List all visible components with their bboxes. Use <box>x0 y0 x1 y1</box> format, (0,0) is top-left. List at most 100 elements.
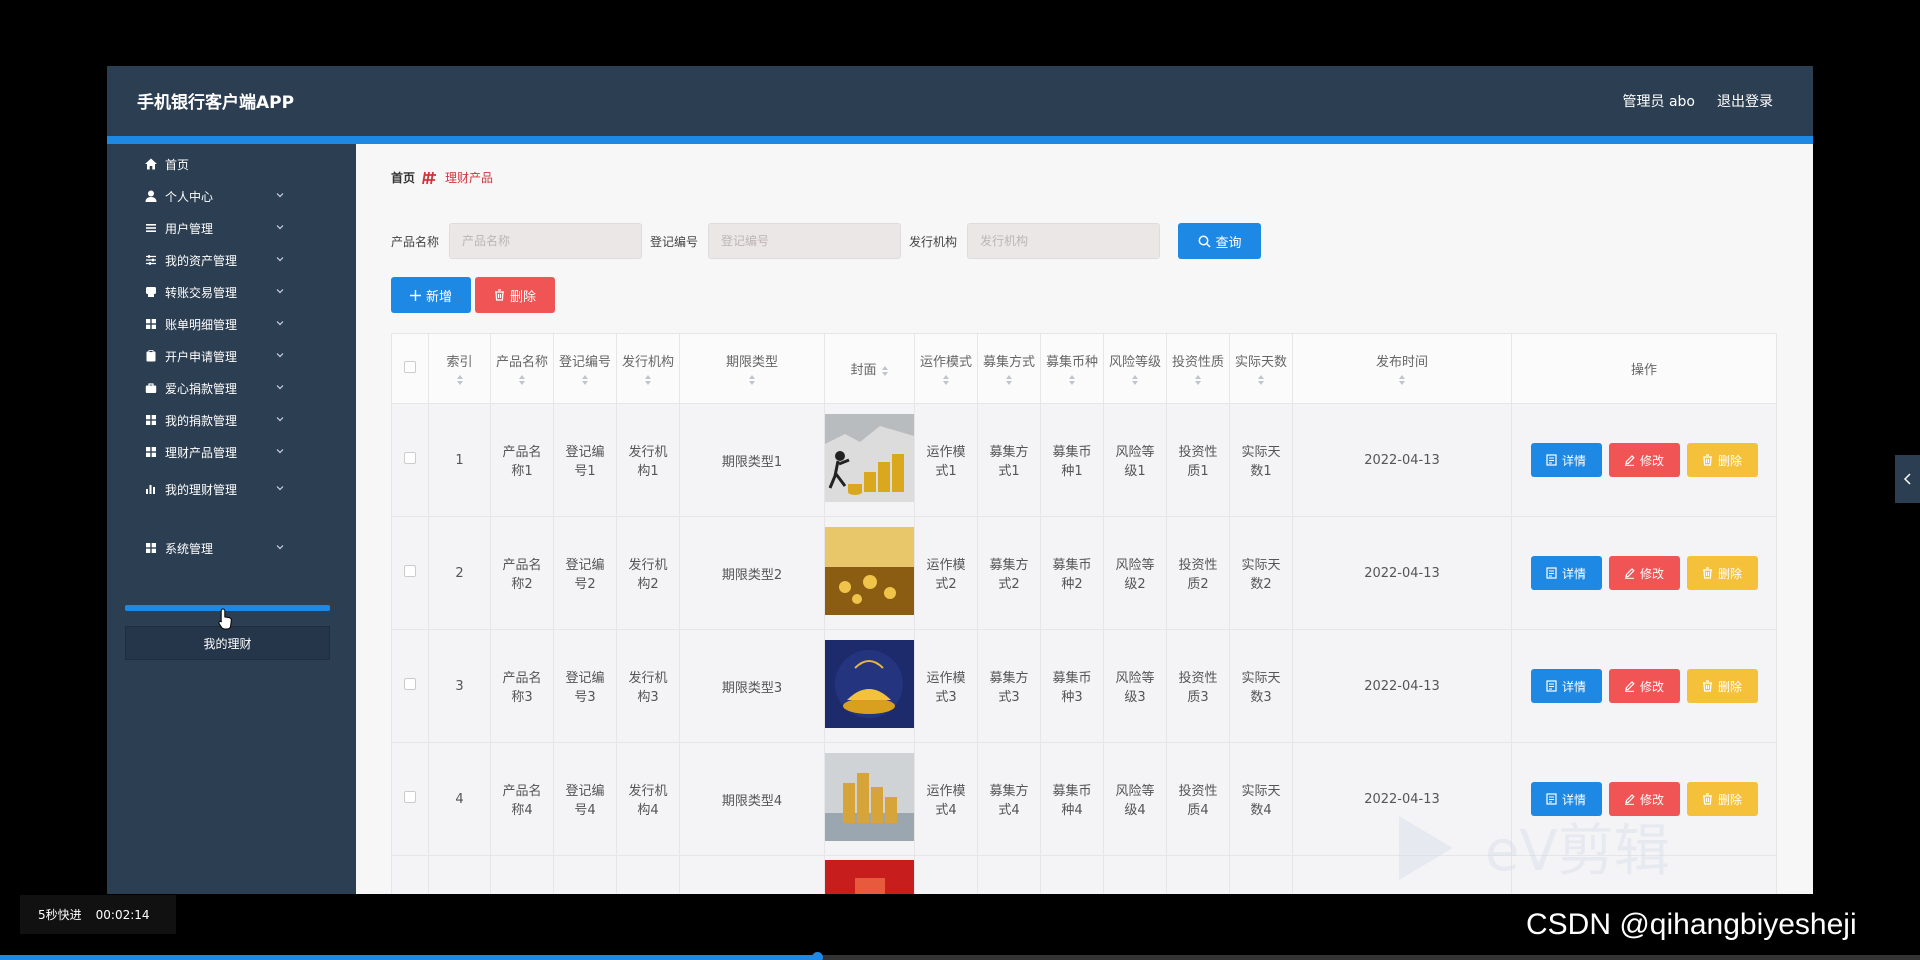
batch-delete-button[interactable]: 删除 <box>475 277 555 313</box>
sidebar-item[interactable]: 账单明细管理 <box>145 312 285 336</box>
table-cell: 投资性质2 <box>1166 516 1230 630</box>
edit-button-label: 修改 <box>1639 566 1664 581</box>
trash-icon <box>1702 680 1712 692</box>
table-cell: 实际天数3 <box>1229 629 1293 743</box>
column-header: 操作 <box>1511 333 1777 404</box>
sort-icon[interactable] <box>456 374 464 386</box>
sidebar-item-label: 我的资产管理 <box>165 253 238 268</box>
breadcrumb-home[interactable]: 首页 <box>391 169 415 186</box>
sort-icon[interactable] <box>1257 374 1265 386</box>
trash-icon <box>1702 793 1712 805</box>
sidebar-item[interactable]: 爱心捐款管理 <box>145 376 285 400</box>
column-header: 募集币种 <box>1040 333 1104 404</box>
sort-icon[interactable] <box>1398 374 1406 386</box>
table-cell: 风险等级3 <box>1103 629 1167 743</box>
select-all-checkbox[interactable] <box>404 360 416 373</box>
logout-link[interactable]: 退出登录 <box>1717 91 1773 111</box>
table-cell: 登记编号2 <box>553 516 617 630</box>
column-header-label: 产品名称 <box>495 355 548 370</box>
row-delete-button[interactable]: 删除 <box>1686 443 1758 477</box>
row-checkbox[interactable] <box>404 678 416 690</box>
sort-icon[interactable] <box>942 374 950 386</box>
table-cell <box>391 742 429 856</box>
row-delete-button[interactable]: 删除 <box>1686 669 1758 703</box>
detail-button[interactable]: 详情 <box>1530 556 1602 590</box>
sidebar-item[interactable]: 转账交易管理 <box>145 280 285 304</box>
table-cell <box>1103 855 1167 894</box>
chevron-down-icon <box>276 417 284 422</box>
sidebar-item[interactable]: 理财产品管理 <box>145 440 285 464</box>
sidebar-item[interactable]: 首页 <box>145 152 285 176</box>
table-cell: 募集币种4 <box>1040 742 1104 856</box>
sort-icon[interactable] <box>881 365 889 377</box>
detail-button[interactable]: 详情 <box>1530 443 1602 477</box>
breadcrumb-current: 理财产品 <box>445 171 494 185</box>
sidebar-item[interactable]: 用户管理 <box>145 216 285 240</box>
sort-icon[interactable] <box>1005 374 1013 386</box>
edit-button[interactable]: 修改 <box>1608 556 1680 590</box>
submenu-item-my-wealth[interactable]: 我的理财 <box>125 626 330 660</box>
skip-forward-button[interactable]: 5秒快进 <box>38 906 82 923</box>
sort-icon[interactable] <box>748 374 756 386</box>
sidebar-item[interactable]: 我的捐款管理 <box>145 408 285 432</box>
sort-icon[interactable] <box>644 374 652 386</box>
edit-button-label: 修改 <box>1639 792 1664 807</box>
reg-number-input[interactable] <box>708 223 902 259</box>
playback-time: 00:02:14 <box>95 907 150 922</box>
table-cell <box>977 855 1041 894</box>
sort-icon[interactable] <box>581 374 589 386</box>
issuer-label: 发行机构 <box>909 234 958 249</box>
row-delete-button[interactable]: 删除 <box>1686 556 1758 590</box>
table-cell: 风险等级1 <box>1103 403 1167 517</box>
table-cell: 运作模式2 <box>914 516 978 630</box>
pencil-icon <box>1624 794 1635 805</box>
sidebar-item[interactable]: 我的资产管理 <box>145 248 285 272</box>
table-cell <box>824 855 915 894</box>
actions-cell: 详情 修改 删除 <box>1511 629 1777 743</box>
table-cell <box>490 855 554 894</box>
query-button[interactable]: 查询 <box>1178 223 1262 259</box>
sort-icon[interactable] <box>1068 374 1076 386</box>
table-cell <box>391 516 429 630</box>
sidebar-item-label: 我的理财管理 <box>165 482 238 497</box>
edit-button[interactable]: 修改 <box>1608 669 1680 703</box>
sidebar-item[interactable]: 系统管理 <box>145 536 285 560</box>
row-checkbox[interactable] <box>404 452 416 464</box>
video-progress-knob[interactable] <box>811 952 823 960</box>
row-delete-button-label: 删除 <box>1717 566 1742 581</box>
product-cover-image <box>825 860 914 894</box>
add-button[interactable]: 新增 <box>391 277 471 313</box>
sort-icon[interactable] <box>1194 374 1202 386</box>
table-cell: 募集方式2 <box>977 516 1041 630</box>
side-panel-toggle[interactable] <box>1895 455 1920 503</box>
sidebar-item[interactable]: 个人中心 <box>145 184 285 208</box>
table-cell <box>391 403 429 517</box>
row-checkbox[interactable] <box>404 791 416 803</box>
detail-button-label: 详情 <box>1561 566 1586 581</box>
table-cell: 运作模式3 <box>914 629 978 743</box>
table-header-row: 索引 产品名称 登记编号 发行机构 期限类型 封面 运作模式 募集方式 募集币种 风险等级 投资性质… <box>391 333 1777 404</box>
detail-button[interactable]: 详情 <box>1530 669 1602 703</box>
document-icon <box>1546 454 1557 466</box>
sidebar-item[interactable]: 我的理财管理 <box>145 477 285 501</box>
pencil-icon <box>1624 568 1635 579</box>
detail-button-label: 详情 <box>1561 792 1586 807</box>
row-checkbox[interactable] <box>404 565 416 577</box>
sort-icon[interactable] <box>518 374 526 386</box>
sidebar-item-label: 开户申请管理 <box>165 349 238 364</box>
issuer-input[interactable] <box>967 223 1161 259</box>
column-header-label: 实际天数 <box>1234 355 1287 370</box>
table-cell: 募集币种2 <box>1040 516 1104 630</box>
table-cell <box>1166 855 1230 894</box>
row-index: 4 <box>428 742 491 856</box>
table-cell <box>679 855 825 894</box>
sort-icon[interactable] <box>1131 374 1139 386</box>
video-progress-bar[interactable] <box>0 952 1920 960</box>
sidebar-item[interactable]: 开户申请管理 <box>145 344 285 368</box>
sidebar-item-label: 个人中心 <box>165 189 214 204</box>
edit-button[interactable]: 修改 <box>1608 443 1680 477</box>
table-cell: 风险等级4 <box>1103 742 1167 856</box>
column-header-label: 风险等级 <box>1108 355 1161 370</box>
product-cover-image <box>825 753 914 841</box>
product-name-input[interactable] <box>449 223 643 259</box>
